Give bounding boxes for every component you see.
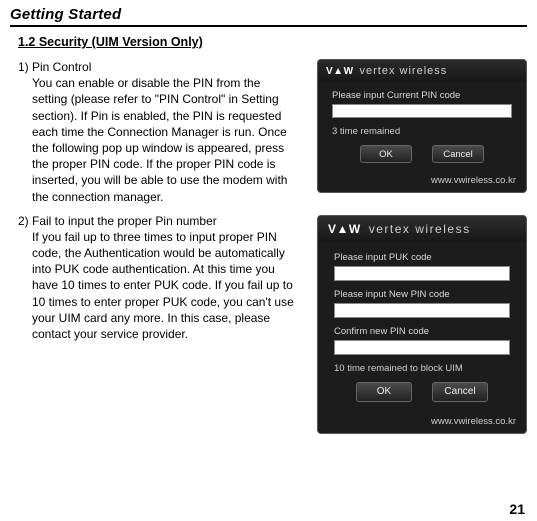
confirm-label: Confirm new PIN code: [334, 326, 510, 337]
chapter-heading: Getting Started: [10, 6, 527, 23]
brand-text: vertex wireless: [369, 222, 471, 236]
dialog-titlebar: V▲W vertex wireless: [318, 216, 526, 242]
cancel-button[interactable]: Cancel: [432, 145, 484, 163]
newpin-label: Please input New PIN code: [334, 289, 510, 300]
pin-remain: 3 time remained: [332, 126, 512, 137]
puk-remain: 10 time remained to block UIM: [334, 363, 510, 374]
newpin-input[interactable]: [334, 303, 510, 318]
pin-input[interactable]: [332, 104, 512, 118]
divider: [10, 25, 527, 27]
dialog-url: www.vwireless.co.kr: [318, 416, 526, 433]
item1-lead: 1) Pin Control: [18, 59, 297, 75]
dialog-url: www.vwireless.co.kr: [318, 175, 526, 192]
item2-lead: 2) Fail to input the proper Pin number: [18, 213, 297, 229]
pin-dialog: V▲W vertex wireless Please input Current…: [317, 59, 527, 193]
puk-dialog: V▲W vertex wireless Please input PUK cod…: [317, 215, 527, 434]
brand-logo: V▲W: [328, 222, 361, 236]
brand-text: vertex wireless: [360, 65, 448, 77]
confirm-input[interactable]: [334, 340, 510, 355]
page-number: 21: [509, 501, 525, 517]
section-heading: 1.2 Security (UIM Version Only): [18, 35, 527, 49]
puk-label: Please input PUK code: [334, 252, 510, 263]
ok-button[interactable]: OK: [356, 382, 412, 402]
item1-body: You can enable or disable the PIN from t…: [32, 75, 297, 205]
puk-input[interactable]: [334, 266, 510, 281]
cancel-button[interactable]: Cancel: [432, 382, 488, 402]
dialog-titlebar: V▲W vertex wireless: [318, 60, 526, 82]
item2-body: If you fail up to three times to input p…: [32, 229, 297, 342]
ok-button[interactable]: OK: [360, 145, 412, 163]
pin-label: Please input Current PIN code: [332, 90, 512, 101]
brand-logo: V▲W: [326, 66, 354, 77]
